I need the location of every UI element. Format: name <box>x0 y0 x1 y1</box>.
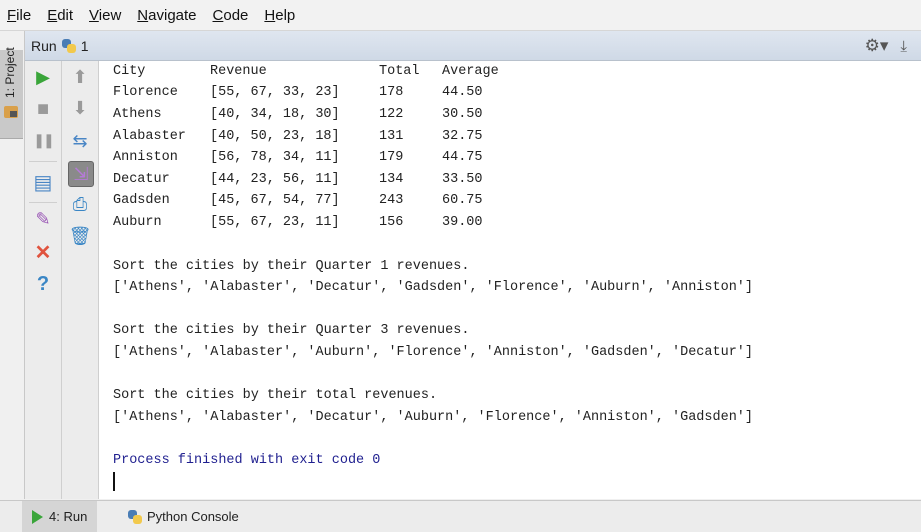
revenue-cell: [44, 23, 56, 11] <box>210 172 340 187</box>
play-icon <box>32 509 43 524</box>
stop-icon[interactable]: ■ <box>31 97 55 121</box>
revenue-cell: [55, 67, 33, 23] <box>210 85 340 100</box>
total-cell: 179 <box>379 150 404 165</box>
city-cell: Athens <box>113 107 162 122</box>
help-icon[interactable]: ? <box>31 272 55 296</box>
average-cell: 60.75 <box>442 193 483 208</box>
header-city: City <box>113 64 146 79</box>
python-icon <box>61 38 76 53</box>
average-cell: 39.00 <box>442 215 483 230</box>
revenue-cell: [55, 67, 23, 11] <box>210 215 340 230</box>
bottom-tool-bar: 4: Run Python Console <box>0 500 921 532</box>
city-cell: Florence <box>113 85 178 100</box>
header-revenue: Revenue <box>210 64 267 79</box>
run-config-number: 1 <box>80 37 89 54</box>
average-cell: 44.75 <box>442 150 483 165</box>
play-icon[interactable]: ▶ <box>31 65 55 89</box>
text-cursor <box>113 472 115 491</box>
average-cell: 32.75 <box>442 129 483 144</box>
pin-down-icon[interactable]: ⤓ <box>900 38 907 55</box>
sort-total-heading: Sort the cities by their total revenues. <box>113 388 438 403</box>
pin-icon[interactable]: ✎ <box>31 207 55 231</box>
revenue-cell: [56, 78, 34, 11] <box>210 150 340 165</box>
menu-edit[interactable]: Edit <box>46 7 74 24</box>
city-cell: Gadsden <box>113 193 170 208</box>
sort-q3-result: ['Athens', 'Alabaster', 'Auburn', 'Flore… <box>113 345 754 360</box>
soft-wrap-icon[interactable]: ⇆ <box>68 129 92 153</box>
menu-view[interactable]: View <box>88 7 122 24</box>
arrow-up-icon[interactable]: ⬆ <box>68 65 92 89</box>
pause-icon[interactable]: ❚❚ <box>31 128 55 152</box>
project-tab-label: 1: Project <box>3 47 17 98</box>
header-average: Average <box>442 64 499 79</box>
run-toolbar-primary: ▶ ■ ❚❚ ▤ ✎ ✕ ? <box>25 61 62 499</box>
city-cell: Alabaster <box>113 129 186 144</box>
console-output[interactable]: City Revenue Total Average Florence [55,… <box>99 61 921 499</box>
total-cell: 131 <box>379 129 404 144</box>
print-icon[interactable]: ⎙ <box>68 192 92 216</box>
city-cell: Anniston <box>113 150 178 165</box>
toolbar-separator <box>29 161 57 162</box>
menu-bar: File Edit View Navigate Code Help <box>0 0 921 31</box>
total-cell: 134 <box>379 172 404 187</box>
run-panel-header: Run 1 ⚙▾ ⤓ <box>25 31 921 61</box>
revenue-cell: [40, 50, 23, 18] <box>210 129 340 144</box>
tab-run[interactable]: 4: Run <box>22 501 98 532</box>
tab-run-label: 4: Run <box>49 509 88 524</box>
average-cell: 30.50 <box>442 107 483 122</box>
scroll-end-icon[interactable]: ⇲ <box>68 161 94 187</box>
sort-total-result: ['Athens', 'Alabaster', 'Decatur', 'Aubu… <box>113 410 754 425</box>
average-cell: 33.50 <box>442 172 483 187</box>
gear-icon[interactable]: ⚙▾ <box>865 36 889 56</box>
tab-python-console-label: Python Console <box>147 509 239 524</box>
run-panel-title: Run <box>31 37 57 54</box>
layout-icon[interactable]: ▤ <box>31 170 55 194</box>
sort-q3-heading: Sort the cities by their Quarter 3 reven… <box>113 323 470 338</box>
menu-navigate[interactable]: Navigate <box>136 7 197 24</box>
project-folder-icon <box>4 106 18 118</box>
project-tool-tab[interactable]: 1: Project <box>0 47 23 139</box>
sort-q1-heading: Sort the cities by their Quarter 1 reven… <box>113 259 470 274</box>
total-cell: 122 <box>379 107 404 122</box>
header-total: Total <box>379 64 420 79</box>
revenue-cell: [45, 67, 54, 77] <box>210 193 340 208</box>
tab-python-console[interactable]: Python Console <box>113 501 249 532</box>
city-cell: Auburn <box>113 215 162 230</box>
revenue-cell: [40, 34, 18, 30] <box>210 107 340 122</box>
menu-file[interactable]: File <box>6 7 32 24</box>
total-cell: 178 <box>379 85 404 100</box>
average-cell: 44.50 <box>442 85 483 100</box>
exit-message: Process finished with exit code 0 <box>113 453 381 468</box>
sort-q1-result: ['Athens', 'Alabaster', 'Decatur', 'Gads… <box>113 280 754 295</box>
toolbar-separator <box>29 202 57 203</box>
city-cell: Decatur <box>113 172 170 187</box>
trash-icon[interactable]: 🗑 <box>68 224 92 248</box>
menu-code[interactable]: Code <box>212 7 250 24</box>
run-toolbar-secondary: ⬆ ⬇ ⇆ ⇲ ⎙ 🗑 <box>62 61 99 499</box>
total-cell: 243 <box>379 193 404 208</box>
python-icon <box>128 509 142 524</box>
total-cell: 156 <box>379 215 404 230</box>
close-icon[interactable]: ✕ <box>31 240 55 264</box>
arrow-down-icon[interactable]: ⬇ <box>68 96 92 120</box>
menu-help[interactable]: Help <box>263 7 296 24</box>
